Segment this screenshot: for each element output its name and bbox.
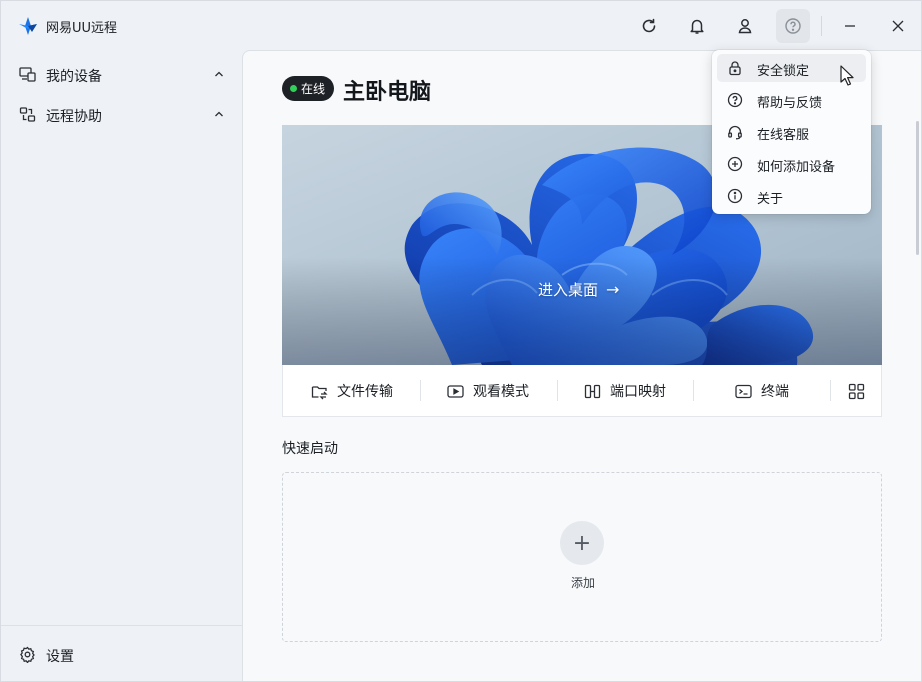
watch-mode-icon <box>447 384 464 398</box>
action-label: 终端 <box>761 384 789 400</box>
sidebar-item-settings[interactable]: 设置 <box>1 634 242 674</box>
sidebar-item-label: 设置 <box>46 649 74 665</box>
chevron-up-icon <box>215 111 223 117</box>
file-transfer-icon <box>311 385 328 399</box>
account-button[interactable] <box>728 9 762 43</box>
more-tools-button[interactable] <box>848 365 865 417</box>
menu-item-how-to-add-device[interactable]: 如何添加设备 <box>717 150 866 178</box>
sidebar-item-my-devices[interactable]: 我的设备 <box>1 54 242 94</box>
action-label: 文件传输 <box>337 384 393 400</box>
action-label: 观看模式 <box>473 384 529 400</box>
menu-item-label: 安全锁定 <box>757 64 810 79</box>
port-mapping-button[interactable]: 端口映射 <box>584 365 666 417</box>
grid-icon <box>848 383 865 399</box>
headset-icon <box>728 125 742 140</box>
app-title: 网易UU远程 <box>46 21 118 36</box>
notification-button[interactable] <box>680 9 714 43</box>
uu-logo-icon <box>19 17 37 35</box>
close-button[interactable] <box>881 9 915 43</box>
plus-circle-icon <box>727 156 743 172</box>
menu-item-label: 关于 <box>757 192 784 207</box>
sidebar-divider <box>1 625 242 626</box>
enter-desktop-label: 进入桌面 <box>538 281 599 299</box>
chevron-up-icon <box>215 71 223 77</box>
refresh-icon <box>642 18 656 33</box>
sidebar-item-remote-assist[interactable]: 远程协助 <box>1 94 242 134</box>
port-mapping-icon <box>584 384 601 398</box>
minimize-icon <box>845 25 855 27</box>
menu-item-label: 在线客服 <box>757 128 810 143</box>
quick-launch-area: + 添加 <box>282 472 882 642</box>
menu-item-help-feedback[interactable]: 帮助与反馈 <box>717 86 866 114</box>
menu-item-label: 如何添加设备 <box>757 160 836 175</box>
mouse-cursor-icon <box>840 65 854 86</box>
app-window: 网易UU远程 我的设备 远程协助 设置 在线 主卧电脑 进入桌面 → 文件传输 … <box>0 0 922 682</box>
help-button[interactable] <box>776 9 810 43</box>
action-divider <box>420 380 421 401</box>
bell-icon <box>690 19 704 34</box>
lock-icon <box>729 61 741 76</box>
action-divider <box>557 380 558 401</box>
action-divider <box>830 380 831 401</box>
sidebar-item-label: 我的设备 <box>46 69 102 85</box>
arrow-right-icon: → <box>606 280 620 299</box>
terminal-icon <box>735 384 752 398</box>
plus-icon: + <box>572 530 592 556</box>
close-icon <box>892 20 904 32</box>
online-dot <box>290 85 297 92</box>
terminal-button[interactable]: 终端 <box>735 365 789 417</box>
menu-item-about[interactable]: 关于 <box>717 182 866 210</box>
add-label: 添加 <box>570 576 595 590</box>
refresh-button[interactable] <box>632 9 666 43</box>
status-badge: 在线 <box>282 76 335 101</box>
file-transfer-button[interactable]: 文件传输 <box>311 365 393 417</box>
menu-item-online-support[interactable]: 在线客服 <box>717 118 866 146</box>
quick-launch-title: 快速启动 <box>282 441 338 457</box>
enter-desktop-button[interactable]: 进入桌面 → <box>538 279 619 300</box>
minimize-button[interactable] <box>833 9 867 43</box>
help-circle-icon <box>727 92 743 108</box>
status-text: 在线 <box>301 82 326 96</box>
menu-item-label: 帮助与反馈 <box>757 96 823 111</box>
sidebar: 我的设备 远程协助 设置 <box>1 50 242 681</box>
user-icon <box>738 19 752 34</box>
remote-assist-icon <box>19 107 36 122</box>
action-bar: 文件传输 观看模式 端口映射 终端 <box>282 365 882 417</box>
devices-icon <box>19 67 36 82</box>
watch-mode-button[interactable]: 观看模式 <box>447 365 529 417</box>
sidebar-item-label: 远程协助 <box>46 109 102 125</box>
device-name: 主卧电脑 <box>343 80 432 105</box>
titlebar-divider <box>821 16 822 36</box>
title-bar: 网易UU远程 <box>1 1 921 50</box>
action-label: 端口映射 <box>610 384 666 400</box>
action-divider <box>693 380 694 401</box>
info-icon <box>727 188 743 204</box>
gear-icon <box>20 646 35 663</box>
add-quick-launch-button[interactable]: + <box>560 521 604 565</box>
scrollbar[interactable] <box>916 121 919 255</box>
help-icon <box>785 18 801 34</box>
